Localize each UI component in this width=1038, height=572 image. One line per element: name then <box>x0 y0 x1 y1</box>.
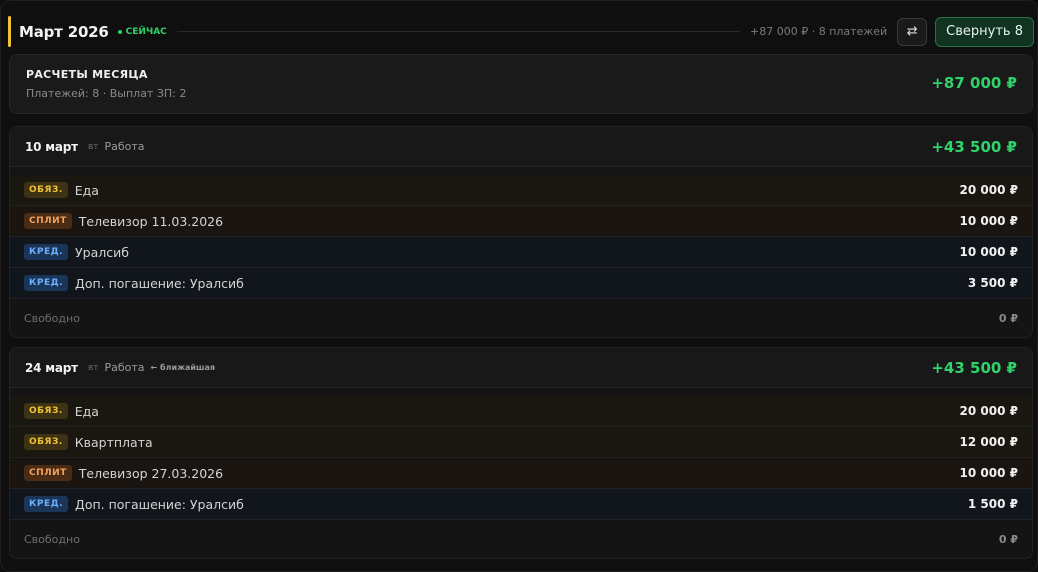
payday-source: Работа <box>104 140 145 153</box>
free-row: Свободно 0 ₽ <box>10 299 1032 337</box>
expense-row[interactable]: СПЛИТ Телевизор 27.03.2026 10 000 ₽ <box>10 458 1032 489</box>
type-badge: КРЕД. <box>24 244 69 260</box>
expense-name: Уралсиб <box>75 244 129 260</box>
expense-amount: 10 000 ₽ <box>959 245 1018 259</box>
type-badge: ОБЯЗ. <box>24 403 68 419</box>
expense-row[interactable]: КРЕД. Уралсиб 10 000 ₽ <box>10 237 1032 268</box>
payday-total: +43 500 ₽ <box>931 358 1017 377</box>
expense-amount: 3 500 ₽ <box>967 276 1018 290</box>
month-title: Март 2026 <box>19 22 109 41</box>
type-badge: КРЕД. <box>24 496 69 512</box>
expense-row[interactable]: КРЕД. Доп. погашение: Уралсиб 1 500 ₽ <box>10 489 1032 520</box>
month-summary-card: РАСЧЕТЫ МЕСЯЦА Платежей: 8 · Выплат ЗП: … <box>9 54 1033 114</box>
expense-row[interactable]: ОБЯЗ. Еда 20 000 ₽ <box>10 175 1032 206</box>
now-indicator-dot <box>117 29 122 34</box>
nearest-tag: ← ближайшая <box>150 363 216 372</box>
swap-icon: ⇄ <box>906 24 918 39</box>
expense-name: Доп. погашение: Уралсиб <box>75 496 244 512</box>
free-label: Свободно <box>24 532 80 546</box>
now-label: СЕЙЧАС <box>125 26 167 37</box>
expense-amount: 12 000 ₽ <box>959 435 1018 449</box>
header-divider <box>176 31 741 32</box>
expense-name: Квартплата <box>74 434 153 450</box>
payday-source: Работа <box>104 361 145 374</box>
expense-row[interactable]: ОБЯЗ. Еда 20 000 ₽ <box>10 396 1032 427</box>
expense-name: Еда <box>74 403 99 419</box>
expense-name: Еда <box>74 182 99 198</box>
free-amount: 0 ₽ <box>998 311 1018 325</box>
expense-amount: 1 500 ₽ <box>967 497 1018 511</box>
payday-date: 24 март <box>25 360 78 375</box>
payday-date: 10 март <box>25 139 78 154</box>
type-badge: КРЕД. <box>24 275 69 291</box>
payday-weekday: вт <box>87 141 99 152</box>
type-badge: ОБЯЗ. <box>24 434 68 450</box>
expense-name: Телевизор 11.03.2026 <box>78 213 224 229</box>
summary-total: +87 000 ₽ <box>931 74 1017 92</box>
type-badge: СПЛИТ <box>24 213 72 229</box>
summary-subtitle: Платежей: 8 · Выплат ЗП: 2 <box>26 87 187 100</box>
swap-button[interactable]: ⇄ <box>897 17 928 46</box>
month-summary: +87 000 ₽ · 8 платежей <box>750 25 888 38</box>
month-header: Март 2026 СЕЙЧАС +87 000 ₽ · 8 платежей … <box>8 16 1034 47</box>
expense-row[interactable]: ОБЯЗ. Квартплата 12 000 ₽ <box>10 427 1032 458</box>
collapse-button[interactable]: Свернуть 8 <box>935 16 1034 47</box>
expense-row[interactable]: СПЛИТ Телевизор 11.03.2026 10 000 ₽ <box>10 206 1032 237</box>
payday-card: 10 март вт Работа +43 500 ₽ ОБЯЗ. Еда 20… <box>9 126 1033 338</box>
payday-header[interactable]: 24 март вт Работа ← ближайшая +43 500 ₽ <box>10 348 1032 388</box>
expense-amount: 10 000 ₽ <box>959 214 1018 228</box>
expense-name: Телевизор 27.03.2026 <box>78 465 224 481</box>
expense-name: Доп. погашение: Уралсиб <box>75 275 244 291</box>
expense-amount: 10 000 ₽ <box>959 466 1018 480</box>
type-badge: СПЛИТ <box>24 465 72 481</box>
expense-row[interactable]: КРЕД. Доп. погашение: Уралсиб 3 500 ₽ <box>10 268 1032 299</box>
payday-weekday: вт <box>87 362 99 373</box>
expense-amount: 20 000 ₽ <box>959 404 1018 418</box>
expense-amount: 20 000 ₽ <box>959 183 1018 197</box>
payday-header[interactable]: 10 март вт Работа +43 500 ₽ <box>10 127 1032 167</box>
summary-title: РАСЧЕТЫ МЕСЯЦА <box>26 68 148 81</box>
type-badge: ОБЯЗ. <box>24 182 68 198</box>
payday-total: +43 500 ₽ <box>931 137 1017 156</box>
payday-card: 24 март вт Работа ← ближайшая +43 500 ₽ … <box>9 347 1033 559</box>
month-accent-bar <box>8 16 11 47</box>
free-amount: 0 ₽ <box>998 532 1018 546</box>
free-label: Свободно <box>24 311 80 325</box>
free-row: Свободно 0 ₽ <box>10 520 1032 558</box>
